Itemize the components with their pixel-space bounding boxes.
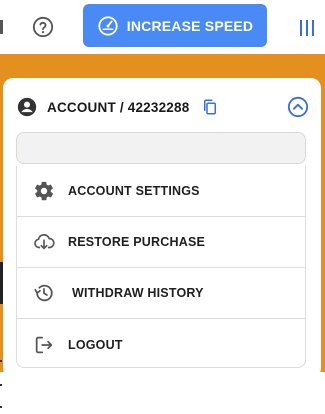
account-menu: ACCOUNT SETTINGS RESTORE PURCHASE WITHDR… [16, 166, 306, 368]
history-icon [34, 284, 53, 302]
top-bar: INCREASE SPEED [0, 0, 325, 54]
cut-off-element [0, 20, 3, 34]
increase-speed-button[interactable]: INCREASE SPEED [83, 4, 267, 47]
search-input[interactable] [16, 132, 306, 164]
menu-bars-icon[interactable] [298, 19, 316, 37]
account-circle-icon [17, 97, 37, 117]
logout-icon [35, 336, 53, 353]
increase-speed-label: INCREASE SPEED [126, 17, 254, 34]
cloud-download-icon [34, 233, 55, 250]
menu-item-logout[interactable]: LOGOUT [17, 319, 305, 370]
help-icon[interactable] [32, 16, 54, 38]
menu-item-account-settings[interactable]: ACCOUNT SETTINGS [17, 166, 305, 217]
speedometer-icon [98, 15, 118, 36]
menu-item-withdraw-history[interactable]: WITHDRAW HISTORY [17, 268, 305, 319]
account-header: ACCOUNT / 42232288 [17, 94, 309, 120]
menu-item-label: WITHDRAW HISTORY [72, 286, 204, 300]
gear-icon [35, 181, 54, 201]
menu-item-label: LOGOUT [68, 337, 123, 352]
menu-item-restore-purchase[interactable]: RESTORE PURCHASE [17, 217, 305, 268]
menu-item-label: ACCOUNT SETTINGS [68, 184, 200, 198]
copy-icon[interactable] [201, 98, 219, 116]
account-title: ACCOUNT / 42232288 [47, 99, 190, 115]
chevron-up-circle-icon[interactable] [287, 96, 309, 118]
account-dropdown-panel: ACCOUNT / 42232288 ACCOUNT SETTINGS REST… [3, 78, 321, 378]
menu-item-label: RESTORE PURCHASE [68, 235, 206, 249]
